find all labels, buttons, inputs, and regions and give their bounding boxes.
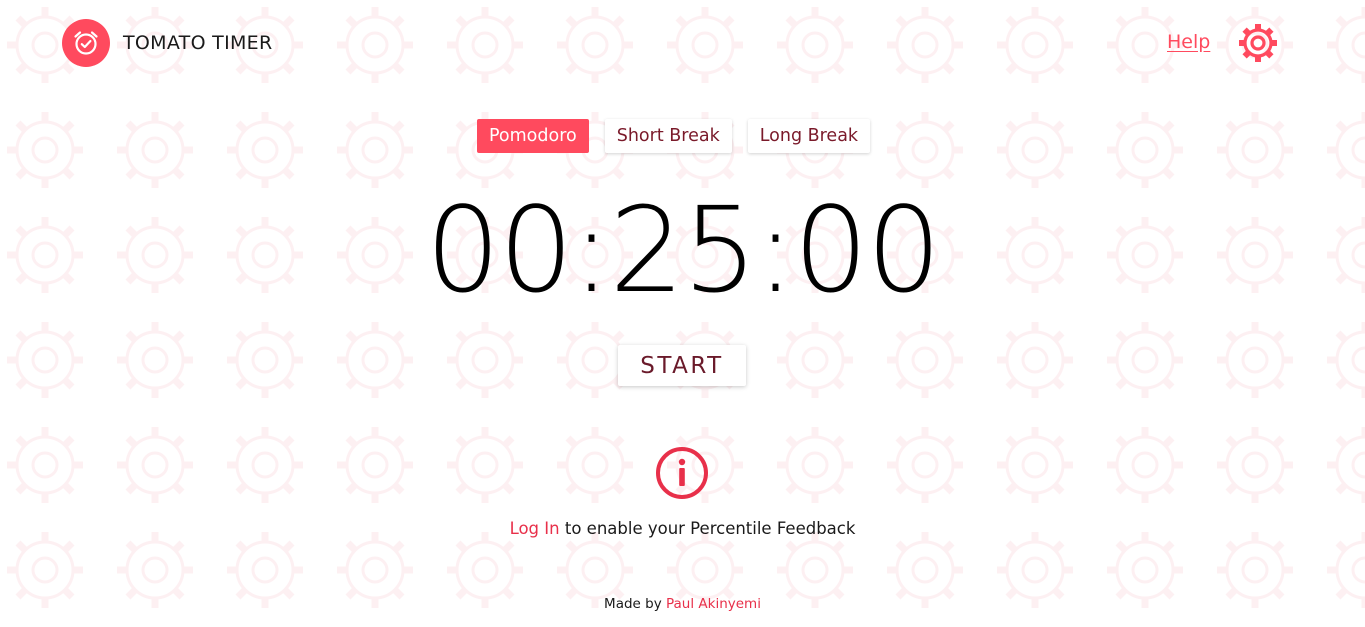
help-link[interactable]: Help bbox=[1167, 31, 1210, 53]
gear-icon bbox=[1239, 24, 1277, 62]
tab-pomodoro[interactable]: Pomodoro bbox=[477, 119, 589, 153]
settings-button[interactable] bbox=[1236, 21, 1280, 65]
app-page: TOMATO TIMER Help Pomodoro Short Break L… bbox=[0, 0, 1365, 627]
login-link[interactable]: Log In bbox=[510, 519, 560, 538]
footer: Made by Paul Akinyemi bbox=[0, 596, 1365, 612]
percentile-feedback-message: Log In to enable your Percentile Feedbac… bbox=[0, 519, 1365, 538]
mode-tabs: Pomodoro Short Break Long Break bbox=[477, 119, 871, 153]
brand-name: TOMATO TIMER bbox=[123, 32, 273, 54]
tab-long-break[interactable]: Long Break bbox=[747, 119, 871, 153]
author-link[interactable]: Paul Akinyemi bbox=[666, 596, 761, 612]
alarm-clock-icon bbox=[62, 19, 110, 67]
brand[interactable]: TOMATO TIMER bbox=[62, 19, 273, 67]
timer-display: 00:25:00 bbox=[425, 181, 942, 319]
start-button[interactable]: START bbox=[618, 345, 746, 386]
tab-short-break[interactable]: Short Break bbox=[604, 119, 732, 153]
info-circle-icon[interactable] bbox=[655, 446, 709, 500]
feedback-text: to enable your Percentile Feedback bbox=[559, 519, 856, 538]
footer-prefix: Made by bbox=[604, 596, 666, 612]
